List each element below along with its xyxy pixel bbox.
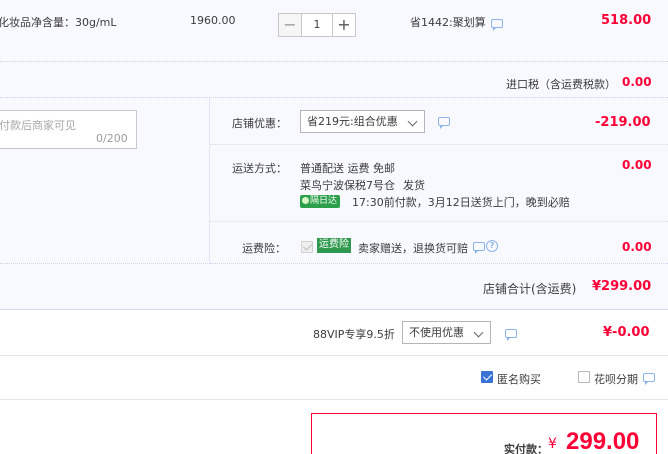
quantity-decrement-button[interactable]: − [278, 13, 302, 37]
shop-discount-selected: 省219元:组合优惠 [307, 115, 398, 128]
insurance-label: 运费险： [242, 242, 286, 255]
anonymous-checkbox[interactable] [481, 371, 493, 383]
chevron-down-icon [407, 116, 418, 127]
delivery-note: 17:30前付款，3月12日送货上门，晚到必赔 [352, 196, 570, 209]
purchase-options-row: 匿名购买 花呗分期 [0, 356, 668, 400]
shop-options-panel: 店铺优惠： 省219元:组合优惠 -219.00 运送方式： 普通配送 运费 免… [210, 98, 668, 264]
shop-discount-select[interactable]: 省219元:组合优惠 [300, 110, 425, 133]
anonymous-label[interactable]: 匿名购买 [497, 371, 541, 387]
installment-label[interactable]: 花呗分期 [594, 371, 638, 387]
next-day-badge-label: 隔日达 [310, 196, 338, 206]
shop-discount-value: -219.00 [595, 115, 651, 130]
installment-checkbox[interactable] [578, 371, 590, 383]
chat-icon[interactable] [473, 242, 485, 254]
next-day-badge: 隔日达 [300, 195, 341, 208]
product-price: 1960.00 [190, 14, 236, 27]
insurance-desc: 卖家赠送，退换货可赔 [358, 242, 468, 255]
insurance-checkbox[interactable] [301, 241, 313, 253]
vip-label: 88VIP专享9.5折 [313, 328, 395, 341]
clock-icon [302, 197, 309, 204]
insurance-value: 0.00 [622, 240, 652, 254]
vip-selected: 不使用优惠 [409, 326, 464, 339]
product-spec: 化妆品净含量：30g/mL [0, 16, 117, 29]
chat-icon[interactable] [643, 373, 655, 385]
shipping-dispatch: 发货 [403, 179, 425, 192]
product-subtotal: 518.00 [601, 13, 652, 28]
help-icon[interactable]: ? [486, 240, 498, 252]
vip-value: ¥-0.00 [603, 325, 650, 340]
shop-total-label: 店铺合计(含运费) [483, 282, 577, 296]
payment-label: 实付款： [504, 443, 548, 454]
vip-discount-row: 88VIP专享9.5折 不使用优惠 ¥-0.00 [0, 310, 668, 356]
message-counter: 0/200 [96, 132, 128, 145]
product-discount: 省1442:聚划算 [410, 16, 486, 29]
shipping-method: 普通配送 运费 免邮 [300, 162, 395, 175]
insurance-badge: 运费险 [317, 238, 351, 253]
chat-icon[interactable] [505, 329, 517, 341]
chat-icon[interactable] [438, 117, 450, 129]
payment-currency: ¥ [548, 436, 557, 452]
product-row: 化妆品净含量：30g/mL 1960.00 − 1 + 省1442:聚划算 51… [0, 0, 668, 62]
payment-summary-box: 实付款： ¥ 299.00 [311, 413, 657, 454]
import-tax-label: 进口税（含运费税款） [506, 78, 616, 91]
shipping-value: 0.00 [622, 158, 652, 172]
shop-discount-label: 店铺优惠： [232, 117, 287, 130]
message-textarea[interactable]: 付款后商家可见 0/200 [0, 110, 137, 149]
shipping-warehouse: 菜鸟宁波保税7号仓 [300, 179, 395, 192]
quantity-input[interactable]: 1 [302, 13, 332, 37]
import-tax-row: 进口税（含运费税款） 0.00 [0, 62, 668, 98]
chat-icon[interactable] [491, 19, 503, 31]
vip-discount-select[interactable]: 不使用优惠 [402, 321, 491, 344]
shop-total-row: 店铺合计(含运费) ¥299.00 [0, 264, 668, 310]
shop-total-value: ¥299.00 [592, 279, 652, 294]
shipping-label: 运送方式： [232, 162, 287, 175]
message-placeholder: 付款后商家可见 [0, 119, 76, 132]
quantity-increment-button[interactable]: + [332, 13, 356, 37]
import-tax-value: 0.00 [622, 75, 652, 89]
payment-amount: 299.00 [566, 428, 640, 454]
chevron-down-icon [473, 327, 484, 338]
